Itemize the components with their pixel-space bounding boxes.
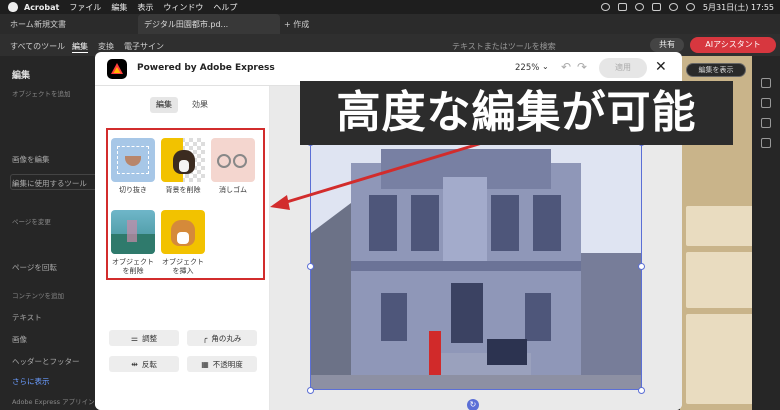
right-toolbar xyxy=(752,56,780,410)
caption-banner: 高度な編集が可能 xyxy=(300,81,733,145)
rotate-icon[interactable]: ↻ xyxy=(467,399,479,410)
menu-help[interactable]: ヘルプ xyxy=(213,2,237,13)
search-icon[interactable] xyxy=(685,3,695,11)
rounded-corner-icon: ╭ xyxy=(202,333,208,343)
menu-bar: Acrobat ファイル 編集 表示 ウィンドウ ヘルプ 5月31日(土) 17… xyxy=(0,0,780,14)
header-footer-item[interactable]: ヘッダーとフッター xyxy=(12,356,80,367)
status-icon[interactable] xyxy=(600,3,610,11)
tab-new-document[interactable]: 新規文書 xyxy=(34,19,66,30)
new-tab-button[interactable]: + 作成 xyxy=(284,19,309,30)
bookmark-icon[interactable] xyxy=(761,98,771,108)
status-icon[interactable] xyxy=(617,3,627,11)
search-tools-input[interactable]: テキストまたはツールを検索 xyxy=(452,41,556,52)
page-rotate-item[interactable]: ページを回転 xyxy=(12,262,57,273)
battery-icon[interactable] xyxy=(651,3,661,11)
sliders-icon: ⚌ xyxy=(130,333,139,343)
attach-icon[interactable] xyxy=(761,138,771,148)
new-tab-area: + 作成 xyxy=(282,14,342,34)
opacity-button[interactable]: ▦ 不透明度 xyxy=(187,356,257,372)
resize-handle[interactable] xyxy=(638,387,645,394)
ai-assistant-button[interactable]: AIアシスタント xyxy=(690,37,776,53)
menu-app[interactable]: Acrobat xyxy=(24,3,59,12)
esign-tab[interactable]: 電子サイン xyxy=(124,41,164,52)
apple-icon[interactable] xyxy=(8,2,18,12)
tab-home[interactable]: ホーム xyxy=(10,19,34,30)
corner-radius-button[interactable]: ╭ 角の丸み xyxy=(187,330,257,346)
menubar-clock[interactable]: 5月31日(土) 17:55 xyxy=(703,2,774,13)
tab-effects[interactable]: 効果 xyxy=(187,97,213,113)
opacity-label: 不透明度 xyxy=(212,359,243,369)
show-edit-button[interactable]: 編集を表示 xyxy=(686,63,746,77)
resize-handle[interactable] xyxy=(307,387,314,394)
menu-file[interactable]: ファイル xyxy=(69,2,101,13)
menu-edit[interactable]: 編集 xyxy=(111,2,127,13)
edit-tab[interactable]: 編集 xyxy=(72,41,88,53)
section-label: ページを変更 xyxy=(12,218,51,226)
resize-handle[interactable] xyxy=(307,263,314,270)
tab-edit[interactable]: 編集 xyxy=(150,97,178,113)
flip-label: 反転 xyxy=(141,359,157,369)
express-label: Adobe Express アプリイン xyxy=(12,398,95,406)
close-icon[interactable]: ✕ xyxy=(655,59,667,75)
zoom-level[interactable]: 225% xyxy=(515,63,539,73)
highlight-box xyxy=(106,128,265,280)
resize-handle[interactable] xyxy=(638,263,645,270)
corner-radius-label: 角の丸み xyxy=(211,333,242,343)
layers-icon[interactable] xyxy=(761,118,771,128)
add-text-item[interactable]: テキスト xyxy=(12,312,42,323)
tool-select-label: 編集に使用するツール xyxy=(12,179,87,188)
image-edit-item[interactable]: 画像を編集 xyxy=(12,154,50,165)
share-button[interactable]: 共有 xyxy=(650,38,684,52)
building-photo[interactable] xyxy=(310,142,642,390)
add-image-item[interactable]: 画像 xyxy=(12,334,27,345)
menu-view[interactable]: 表示 xyxy=(137,2,153,13)
edit-side-panel: 編集 オブジェクトを追加 画像を編集 編集に使用するツール ページを変更 ページ… xyxy=(0,56,102,410)
status-icon[interactable] xyxy=(634,3,644,11)
wifi-icon[interactable] xyxy=(668,3,678,11)
panel-title: 編集 xyxy=(12,71,31,81)
menu-window[interactable]: ウィンドウ xyxy=(163,2,203,13)
tab-active[interactable]: デジタル田園都市.pd... xyxy=(138,14,280,34)
convert-tab[interactable]: 変換 xyxy=(98,41,114,52)
adobe-express-logo-icon xyxy=(107,59,127,79)
opacity-icon: ▦ xyxy=(201,359,209,369)
comment-icon[interactable] xyxy=(761,78,771,88)
section-label: コンテンツを追加 xyxy=(12,292,64,300)
tab-document-title: デジタル田園都市.pd... xyxy=(144,20,229,29)
section-label: オブジェクトを追加 xyxy=(12,90,71,98)
adjust-label: 調整 xyxy=(142,333,158,343)
all-tools-button[interactable]: すべてのツール xyxy=(10,41,65,52)
redo-icon[interactable]: ↷ xyxy=(577,60,587,74)
flip-button[interactable]: ⇹ 反転 xyxy=(109,356,179,372)
dialog-title: Powered by Adobe Express xyxy=(137,63,275,73)
caption-text: 高度な編集が可能 xyxy=(336,87,697,138)
adjust-button[interactable]: ⚌ 調整 xyxy=(109,330,179,346)
tab-bar: ホーム 新規文書 xyxy=(0,14,780,34)
flip-icon: ⇹ xyxy=(131,359,138,369)
undo-icon[interactable]: ↶ xyxy=(561,60,571,74)
show-more-link[interactable]: さらに表示 xyxy=(12,376,50,387)
apply-button[interactable]: 適用 xyxy=(599,58,647,78)
chevron-down-icon[interactable]: ⌄ xyxy=(542,62,549,71)
